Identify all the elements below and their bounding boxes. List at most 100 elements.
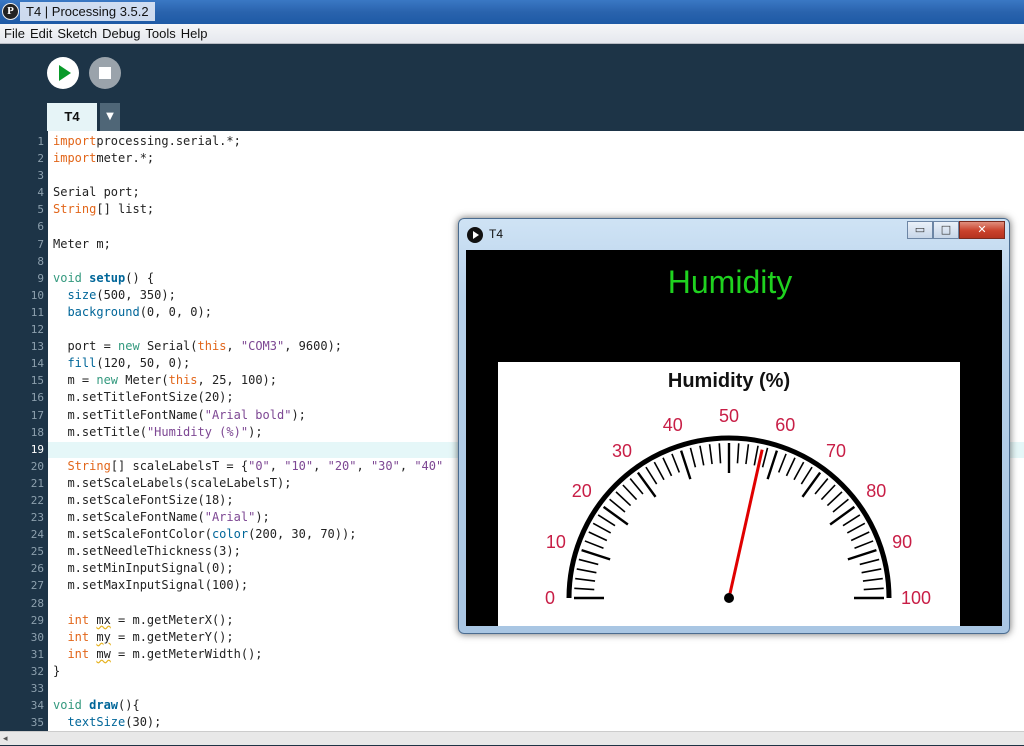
code-line[interactable]: int mx = m.getMeterX(); [53, 612, 473, 629]
code-token: m.setTitle( [67, 424, 147, 439]
code-line[interactable] [53, 595, 473, 612]
stop-button[interactable] [89, 57, 121, 89]
tab-menu-dropdown[interactable]: ▼ [100, 103, 120, 131]
code-token: (30); [125, 715, 162, 730]
code-line[interactable]: port = new Serial(this, "COM3", 9600); [53, 338, 473, 355]
code-line[interactable]: size(500, 350); [53, 287, 473, 304]
menu-edit[interactable]: Edit [29, 26, 56, 41]
line-number: 14 [30, 357, 44, 371]
code-line[interactable]: } [53, 663, 473, 680]
code-line[interactable] [53, 680, 473, 697]
code-token: new [118, 339, 147, 354]
code-line[interactable]: int mw = m.getMeterWidth(); [53, 646, 473, 663]
code-line[interactable]: m.setScaleFontColor(color(200, 30, 70)); [53, 526, 473, 543]
code-token: m.setScaleFontSize(18); [67, 492, 234, 507]
code-token: void [53, 270, 90, 285]
code-token: m.setScaleFontColor( [67, 527, 212, 542]
horizontal-scrollbar[interactable]: ◂ [0, 731, 1024, 745]
code-line[interactable]: m.setMaxInputSignal(100); [53, 577, 473, 594]
code-token: "40" [414, 458, 444, 473]
code-line[interactable]: Serial port; [53, 184, 473, 201]
code-line[interactable]: fill(120, 50, 0); [53, 355, 473, 372]
code-token: "10" [284, 458, 314, 473]
code-line[interactable]: m.setScaleFontSize(18); [53, 492, 473, 509]
code-token: draw [89, 698, 119, 713]
code-line[interactable]: importprocessing.serial.*; [53, 133, 473, 150]
code-token: m.setScaleLabels(scaleLabelsT); [67, 475, 292, 490]
toolbar: T4 ▼ [0, 45, 1024, 131]
code-token: import [53, 151, 97, 166]
code-token: mw [96, 646, 111, 661]
code-token: () { [125, 270, 155, 285]
code-token: Serial port; [53, 185, 140, 200]
code-line[interactable]: void setup() { [53, 270, 473, 287]
menu-file[interactable]: File [3, 26, 29, 41]
code-line[interactable]: m.setScaleFontName("Arial"); [53, 509, 473, 526]
code-line[interactable] [53, 167, 473, 184]
menu-debug[interactable]: Debug [101, 26, 144, 41]
minimize-button[interactable]: ▭ [907, 221, 933, 239]
code-token: ); [248, 424, 263, 439]
line-number: 23 [30, 511, 44, 525]
code-token: (200, 30, 70)); [248, 527, 357, 542]
code-token: , 25, 100); [197, 373, 278, 388]
sketch-canvas[interactable]: Humidity Humidity (%) 0 10 20 30 40 50 60 70 80 9… [466, 250, 1002, 626]
code-line[interactable]: String[] list; [53, 201, 473, 218]
code-token: String [53, 202, 97, 217]
code-line[interactable]: m.setTitle("Humidity (%)"); [53, 424, 473, 441]
menu-tools[interactable]: Tools [144, 26, 179, 41]
code-token: [] list; [96, 202, 155, 217]
code-line[interactable] [53, 321, 473, 338]
maximize-button[interactable]: □ [933, 221, 959, 239]
code-token: , [313, 458, 328, 473]
code-token: processing.serial.*; [96, 134, 241, 148]
code-line[interactable]: m.setMinInputSignal(0); [53, 560, 473, 577]
code-token: import [53, 134, 97, 148]
code-line[interactable]: String[] scaleLabelsT = {"0", "10", "20"… [53, 458, 473, 475]
code-line[interactable]: textSize(30); [53, 714, 473, 731]
code-line[interactable]: m.setScaleLabels(scaleLabelsT); [53, 475, 473, 492]
code-line[interactable]: m = new Meter(this, 25, 100); [53, 372, 473, 389]
code-line[interactable] [53, 441, 473, 458]
tab-t4[interactable]: T4 [47, 103, 97, 131]
code-line[interactable] [53, 253, 473, 270]
scale-label: 80 [866, 481, 886, 501]
code-token: String [67, 458, 111, 473]
scroll-left-icon[interactable]: ◂ [3, 732, 8, 746]
menu-help[interactable]: Help [180, 26, 212, 41]
code-token: meter.*; [96, 151, 155, 166]
sketch-window[interactable]: T4 ▭ □ ✕ Humidity Humidity (%) 0 10 20 30 40… [458, 218, 1010, 634]
line-number: 31 [30, 647, 44, 661]
code-line[interactable]: Meter m; [53, 236, 473, 253]
code-token: ); [255, 510, 270, 525]
run-button[interactable] [47, 57, 79, 89]
code-token: Meter m; [53, 236, 111, 251]
menu-sketch[interactable]: Sketch [56, 26, 101, 41]
line-number: 18 [30, 425, 44, 439]
code-line[interactable]: importmeter.*; [53, 150, 473, 167]
code-line[interactable]: background(0, 0, 0); [53, 304, 473, 321]
close-button[interactable]: ✕ [959, 221, 1005, 239]
code-token: Meter( [125, 373, 169, 388]
code-token: m.setTitleFontName( [67, 407, 205, 422]
code-token: = m.getMeterWidth(); [110, 646, 263, 661]
line-number: 32 [30, 664, 44, 678]
code-line[interactable]: m.setTitleFontSize(20); [53, 389, 473, 406]
line-number: 17 [30, 408, 44, 422]
line-number: 5 [37, 203, 44, 217]
code-line[interactable]: m.setNeedleThickness(3); [53, 543, 473, 560]
code-token: m.setMinInputSignal(0); [67, 561, 234, 576]
code-token: this [168, 373, 198, 388]
code-line[interactable]: int my = m.getMeterY(); [53, 629, 473, 646]
code-token: setup [89, 270, 126, 285]
code-text[interactable]: importprocessing.serial.*; importmeter.*;… [53, 133, 473, 731]
code-line[interactable]: void draw(){ [53, 697, 473, 714]
code-line[interactable]: m.setTitleFontName("Arial bold"); [53, 407, 473, 424]
code-token: "Arial" [204, 510, 256, 525]
scale-label: 0 [545, 588, 555, 608]
line-number: 9 [37, 271, 44, 285]
line-number: 34 [30, 699, 44, 713]
code-token: "COM3" [240, 339, 285, 354]
code-token: , [356, 458, 371, 473]
code-line[interactable] [53, 218, 473, 235]
